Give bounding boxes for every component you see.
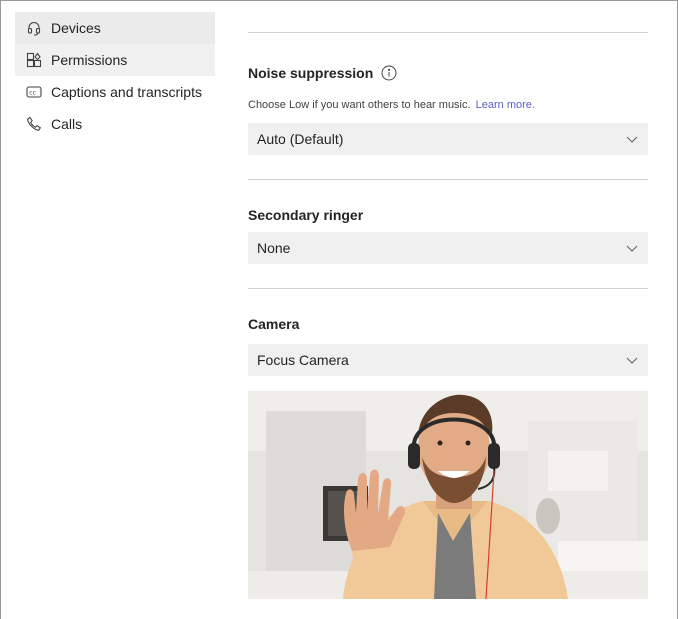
section-divider	[248, 179, 648, 180]
permissions-icon	[26, 52, 42, 68]
info-icon[interactable]	[381, 65, 397, 81]
camera-title: Camera	[248, 316, 299, 332]
chevron-down-icon	[625, 241, 639, 255]
sidebar-item-label: Captions and transcripts	[51, 84, 202, 100]
sidebar-item-calls[interactable]: Calls	[15, 108, 215, 140]
sidebar-item-permissions[interactable]: Permissions	[15, 44, 215, 76]
section-divider	[248, 32, 648, 33]
phone-icon	[26, 116, 42, 132]
sidebar-item-devices[interactable]: Devices	[15, 12, 215, 44]
sidebar-item-label: Permissions	[51, 52, 128, 68]
noise-suppression-helper: Choose Low if you want others to hear mu…	[248, 99, 535, 111]
camera-preview-image	[248, 391, 648, 599]
dropdown-value: None	[257, 240, 291, 256]
learn-more-link[interactable]: Learn more.	[476, 99, 535, 111]
sidebar-item-label: Calls	[51, 116, 83, 132]
sidebar-item-label: Devices	[51, 20, 101, 36]
helper-text: Choose Low if you want others to hear mu…	[248, 99, 471, 111]
dropdown-value: Focus Camera	[257, 352, 349, 368]
sidebar-item-captions[interactable]: cc Captions and transcripts	[15, 76, 215, 108]
secondary-ringer-dropdown[interactable]: None	[248, 232, 648, 264]
headset-icon	[26, 20, 42, 36]
settings-window: Devices Permissions cc Captions and tran…	[0, 0, 678, 619]
noise-suppression-title: Noise suppression	[248, 65, 397, 81]
chevron-down-icon	[625, 353, 639, 367]
secondary-ringer-title: Secondary ringer	[248, 207, 363, 223]
noise-suppression-heading: Noise suppression	[248, 65, 374, 81]
noise-suppression-dropdown[interactable]: Auto (Default)	[248, 123, 648, 155]
closed-captions-icon: cc	[26, 84, 42, 100]
secondary-ringer-heading: Secondary ringer	[248, 207, 364, 223]
camera-preview	[248, 391, 648, 599]
section-divider	[248, 288, 648, 289]
svg-text:cc: cc	[29, 90, 36, 97]
dropdown-value: Auto (Default)	[257, 131, 344, 147]
camera-dropdown[interactable]: Focus Camera	[248, 344, 648, 376]
chevron-down-icon	[625, 132, 639, 146]
settings-sidebar: Devices Permissions cc Captions and tran…	[15, 12, 215, 140]
camera-heading: Camera	[248, 316, 300, 332]
